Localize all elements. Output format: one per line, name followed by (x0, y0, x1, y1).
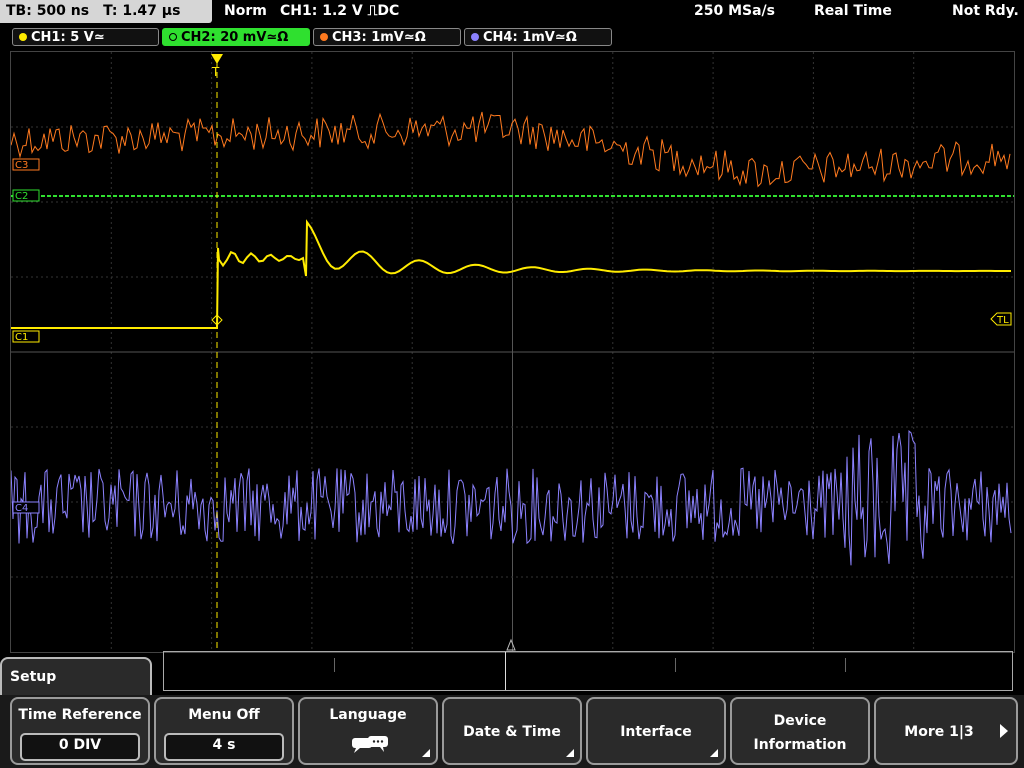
ch3-trace (11, 111, 1011, 188)
date-time-label: Date & Time (463, 724, 561, 740)
status-bar: TB: 500 ns T: 1.47 µs Norm CH1: 1.2 V ⎍DC… (0, 0, 1024, 26)
time-reference-softkey[interactable]: Time Reference 0 DIV (10, 697, 150, 765)
next-page-arrow-icon (1000, 724, 1008, 738)
acquisition-status: Not Rdy. (952, 3, 1019, 19)
record-position-marker (505, 652, 506, 690)
channel-tab-ch2[interactable]: CH2: 20 mV≃Ω (162, 28, 310, 46)
trigger-setting[interactable]: CH1: 1.2 V ⎍DC (280, 3, 399, 19)
submenu-corner-icon (422, 749, 430, 757)
ch4-dot-icon (471, 33, 479, 41)
ch3-dot-icon (320, 33, 328, 41)
trigger-marker-icon[interactable] (211, 54, 223, 64)
language-softkey[interactable]: Language (298, 697, 438, 765)
waveform-canvas: T C3 C2 C1 C4 TL (11, 52, 1014, 652)
waveform-display[interactable]: T C3 C2 C1 C4 TL (10, 51, 1015, 653)
time-reference-marker-icon (506, 638, 516, 651)
sample-rate: 250 MSa/s (694, 3, 776, 19)
date-time-softkey[interactable]: Date & Time (442, 697, 582, 765)
interface-softkey[interactable]: Interface (586, 697, 726, 765)
record-overview-bar (163, 651, 1013, 691)
softkey-bar: Time Reference 0 DIV Menu Off 4 s Langua… (0, 695, 1024, 768)
interface-label: Interface (620, 724, 692, 740)
time-reference-value: 0 DIV (20, 733, 140, 761)
ch4-label: CH4: 1mV≃Ω (483, 30, 577, 45)
device-information-softkey[interactable]: Device Information (730, 697, 870, 765)
speech-bubble-icon (352, 736, 388, 753)
ch3-label: CH3: 1mV≃Ω (332, 30, 426, 45)
submenu-corner-icon (566, 749, 574, 757)
information-label: Information (753, 737, 847, 753)
ch2-ground-marker[interactable]: C2 (15, 191, 28, 202)
ch1-ground-marker[interactable]: C1 (15, 332, 28, 343)
time-reference-label: Time Reference (18, 707, 142, 723)
menu-off-label: Menu Off (188, 707, 260, 723)
more-softkey[interactable]: More 1|3 (874, 697, 1018, 765)
device-label: Device (773, 713, 827, 729)
ch4-trace (11, 430, 1012, 566)
language-label: Language (329, 707, 407, 723)
acquisition-mode: Real Time (814, 3, 892, 19)
ch4-ground-marker[interactable]: C4 (15, 503, 28, 514)
channel-tab-ch3[interactable]: CH3: 1mV≃Ω (313, 28, 461, 46)
channel-tab-ch1[interactable]: CH1: 5 V≃ (12, 28, 159, 46)
trigger-t-label: T (211, 65, 220, 79)
setup-menu-title: Setup (0, 657, 152, 697)
trigger-level-marker[interactable]: TL (996, 315, 1009, 326)
timebase-box[interactable]: TB: 500 ns T: 1.47 µs (0, 0, 212, 23)
timebase-value: TB: 500 ns (6, 3, 90, 19)
ch2-dot-icon (169, 33, 177, 41)
trigger-mode[interactable]: Norm (224, 3, 267, 19)
menu-off-softkey[interactable]: Menu Off 4 s (154, 697, 294, 765)
channel-tab-ch4[interactable]: CH4: 1mV≃Ω (464, 28, 612, 46)
submenu-corner-icon (710, 749, 718, 757)
menu-off-value: 4 s (164, 733, 284, 761)
ch1-dot-icon (19, 33, 27, 41)
channel-bar: CH1: 5 V≃ CH2: 20 mV≃Ω CH3: 1mV≃Ω CH4: 1… (0, 26, 1024, 48)
ch3-ground-marker[interactable]: C3 (15, 160, 28, 171)
ch1-trace (11, 219, 1011, 329)
ch1-label: CH1: 5 V≃ (31, 30, 105, 45)
trigger-time-value: T: 1.47 µs (103, 3, 181, 19)
ch2-label: CH2: 20 mV≃Ω (181, 30, 289, 45)
more-label: More 1|3 (904, 724, 974, 740)
